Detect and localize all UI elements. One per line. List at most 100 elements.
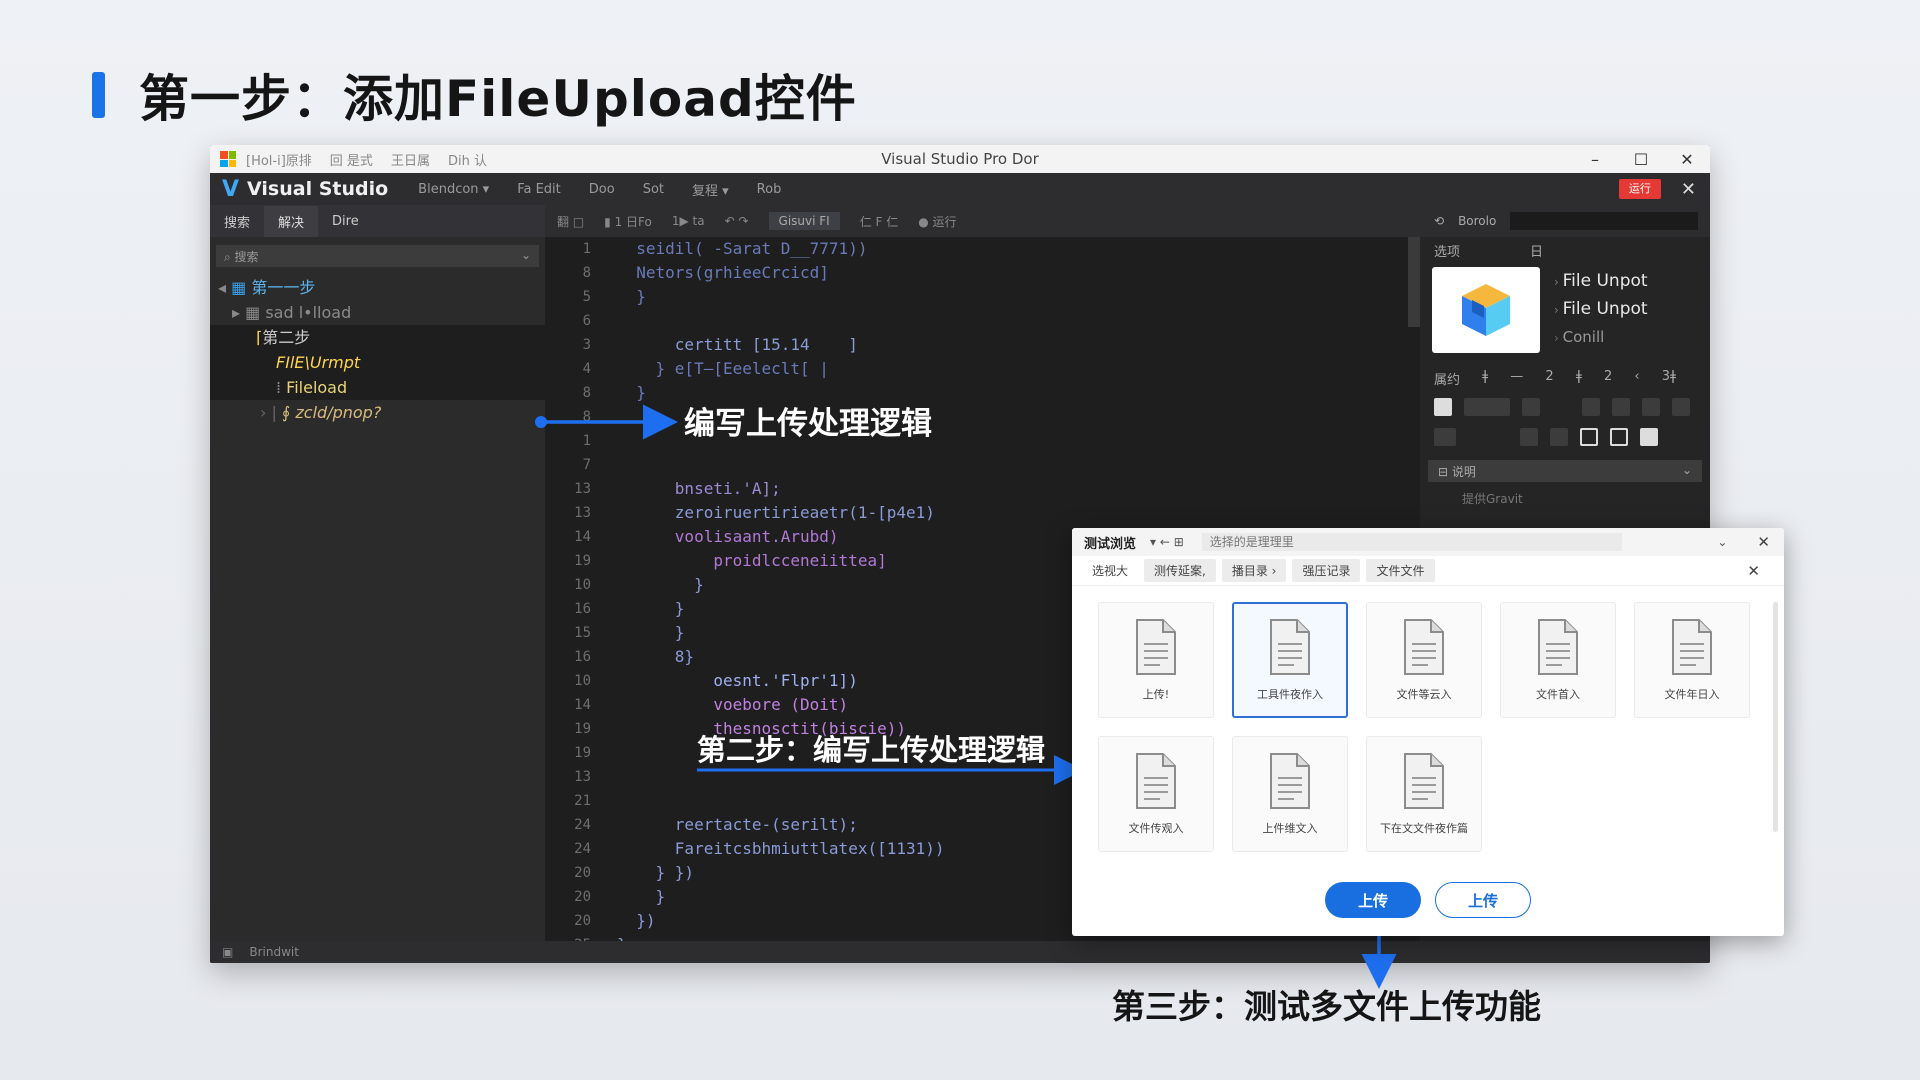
document-icon xyxy=(1267,618,1313,680)
check-square-icon[interactable] xyxy=(1640,428,1658,446)
file-item[interactable]: 上传! xyxy=(1098,602,1214,718)
run-button[interactable]: 运行 xyxy=(1618,179,1661,199)
editor-toolbar-button[interactable]: 翻 □ xyxy=(557,213,584,230)
close-icon[interactable]: ✕ xyxy=(1757,533,1770,551)
menu-item[interactable]: 复程 ▾ xyxy=(692,180,729,199)
annotation-step2: 第二步：编写上传处理逻辑 xyxy=(697,733,1046,767)
list-item-label: Conill xyxy=(1562,328,1605,346)
minimize-button[interactable]: – xyxy=(1572,150,1618,169)
chevron-down-icon: ⌄ xyxy=(1681,463,1692,477)
solution-search-input[interactable]: ⌕ 搜索 ⌄ xyxy=(216,245,539,267)
file-item-label: 文件首入 xyxy=(1536,688,1580,701)
editor-toolbar-button[interactable]: Gisuvi FI xyxy=(768,212,840,230)
editor-toolbar-button[interactable]: ▮ 1 日Fo xyxy=(604,213,652,230)
maximize-button[interactable]: ☐ xyxy=(1618,150,1664,169)
titlebar-item[interactable]: [Hol-i]原排 xyxy=(246,150,312,169)
tab-item[interactable]: 文件文件 xyxy=(1366,559,1435,582)
close-icon[interactable]: ✕ xyxy=(1681,179,1696,200)
menu-item[interactable]: Sot xyxy=(643,182,664,197)
tree-item[interactable]: › | ∮ zcld/pnop? xyxy=(210,400,545,425)
file-item[interactable]: 下在文文件夜作篇 xyxy=(1366,736,1482,852)
document-icon xyxy=(1401,752,1447,814)
file-item[interactable]: 文件传观入 xyxy=(1098,736,1214,852)
file-item[interactable]: 工具件夜作入 xyxy=(1232,602,1348,718)
dialog-nav[interactable]: ▾ ← ⊞ xyxy=(1150,535,1184,549)
toolbox-search-input[interactable] xyxy=(1510,212,1698,230)
line-number: 6 xyxy=(582,313,591,329)
file-item[interactable]: 文件首入 xyxy=(1500,602,1616,718)
tree-item[interactable]: FIlE\Urmpt xyxy=(210,350,545,375)
line-number: 19 xyxy=(574,745,591,761)
editor-toolbar-button[interactable]: ● 运行 xyxy=(918,213,956,230)
document-icon xyxy=(1267,752,1313,814)
description-section[interactable]: ⊟ 说明 ⌄ xyxy=(1428,460,1702,482)
tab-item[interactable]: 测传延案, xyxy=(1144,559,1216,582)
number-icon[interactable] xyxy=(1552,398,1570,416)
close-window-button[interactable]: ✕ xyxy=(1664,150,1710,169)
menubar: V Visual Studio Blendcon ▾ Fa Edit Doo S… xyxy=(210,173,1710,205)
upload-secondary-button[interactable]: 上传 xyxy=(1435,882,1531,918)
dialog-path-input[interactable]: 选择的是理理里 xyxy=(1201,533,1622,551)
property-toolbar-row xyxy=(1420,422,1710,452)
close-icon[interactable]: ✕ xyxy=(1737,559,1770,583)
file-item[interactable]: 文件年日入 xyxy=(1634,602,1750,718)
line-number: 14 xyxy=(574,697,591,713)
eraser-icon[interactable] xyxy=(1434,398,1452,416)
list-item[interactable]: › Conill xyxy=(1554,323,1648,351)
tab-item[interactable]: 选视大 xyxy=(1082,559,1138,582)
file-item[interactable]: 文件等云入 xyxy=(1366,602,1482,718)
tab-item[interactable]: 播目录 › xyxy=(1221,559,1287,582)
dialog-scrollbar[interactable] xyxy=(1773,602,1778,832)
line-number: 7 xyxy=(582,457,591,473)
tree-item[interactable]: ◂ ▦ 第一一步 xyxy=(210,275,545,300)
circle-icon[interactable] xyxy=(1612,398,1630,416)
slider-icon[interactable] xyxy=(1464,398,1510,416)
tab-dire[interactable]: Dire xyxy=(318,208,373,235)
titlebar-item[interactable]: 回 是式 xyxy=(330,150,373,169)
prop-value: ‹ xyxy=(1634,369,1640,384)
picture-icon[interactable] xyxy=(1434,428,1456,446)
tree-item[interactable]: ⁞ Fileload xyxy=(210,375,545,400)
titlebar-item[interactable]: 王日属 xyxy=(391,150,430,169)
menu-item[interactable]: Blendcon ▾ xyxy=(418,182,489,197)
tab-search[interactable]: 搜索 xyxy=(210,206,264,237)
editor-toolbar-button[interactable]: 1▶ ta xyxy=(672,214,705,228)
dialog-titlebar: 测试浏览 ▾ ← ⊞ 选择的是理理里 ⌄ ✕ xyxy=(1072,528,1784,556)
chevron-down-icon[interactable]: ⌄ xyxy=(1717,535,1727,549)
line-icon[interactable] xyxy=(1468,428,1508,446)
dialog-title: 测试浏览 xyxy=(1084,536,1137,552)
file-item[interactable]: 上件维文入 xyxy=(1232,736,1348,852)
tab-item[interactable]: 强压记录 xyxy=(1292,559,1361,582)
line-number: 1 xyxy=(582,241,591,257)
bell-icon[interactable] xyxy=(1522,398,1540,416)
editor-toolbar-button[interactable]: ↶ ↷ xyxy=(725,214,749,228)
menu-item[interactable]: Fa Edit xyxy=(517,182,561,197)
toolbox-subheader-label: 选项 xyxy=(1434,244,1461,260)
prop-value: 3ǂ xyxy=(1661,369,1676,384)
upload-button[interactable]: 上传 xyxy=(1325,882,1421,918)
redo-icon[interactable] xyxy=(1672,398,1690,416)
menu-item[interactable]: Doo xyxy=(589,182,615,197)
titlebar-item[interactable]: Dih 认 xyxy=(448,150,487,169)
titlebar-items: [Hol-i]原排回 是式 王日属 Dih 认 xyxy=(246,150,487,169)
image-icon[interactable] xyxy=(1582,398,1600,416)
vs-brand-label: Visual Studio xyxy=(247,178,389,200)
line-number: 20 xyxy=(574,889,591,905)
square-icon[interactable] xyxy=(1520,428,1538,446)
globe-icon[interactable] xyxy=(1642,398,1660,416)
frame-icon[interactable] xyxy=(1580,428,1598,446)
list-item[interactable]: › File Unpot xyxy=(1554,267,1648,295)
line-number: 15 xyxy=(574,625,591,641)
tree-item[interactable]: ▸ ▦ sad l•lload xyxy=(210,300,545,325)
editor-toolbar: 翻 □ ▮ 1 日Fo 1▶ ta ↶ ↷ Gisuvi FI 仁 F 仁 ● 运行 xyxy=(545,205,1420,237)
refresh-icon[interactable]: ⟲ xyxy=(1434,214,1444,228)
tree-item[interactable]: ⌈第二步 xyxy=(210,325,545,350)
editor-scrollbar[interactable] xyxy=(1408,237,1420,327)
checkbox-icon[interactable] xyxy=(1550,428,1568,446)
menu-item[interactable]: Rob xyxy=(757,182,782,197)
editor-toolbar-button[interactable]: 仁 F 仁 xyxy=(860,213,899,230)
tab-solution[interactable]: 解决 xyxy=(264,205,319,237)
frame-icon[interactable] xyxy=(1610,428,1628,446)
list-item[interactable]: › File Unpot xyxy=(1554,295,1648,323)
